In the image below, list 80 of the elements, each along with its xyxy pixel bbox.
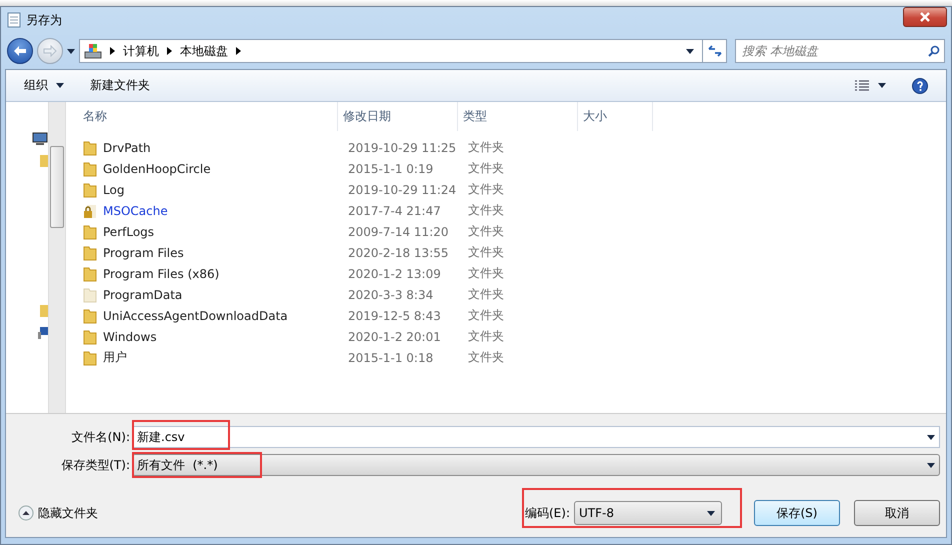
- chevron-icon: [167, 47, 172, 55]
- date-cell-text: 2019-10-29 11:25: [347, 140, 458, 154]
- filetype-dropdown[interactable]: 所有文件 (*.*): [132, 454, 940, 476]
- type-cell-text: 文件夹: [467, 139, 505, 156]
- column-header[interactable]: 名称: [78, 102, 338, 131]
- help-icon[interactable]: [912, 78, 928, 94]
- date-cell-text: 2019-10-29 11:24: [347, 182, 458, 196]
- file-name[interactable]: Program Files (x86): [103, 266, 220, 280]
- type-cell-text: 文件夹: [467, 307, 505, 324]
- date-cell-text: 2020-2-18 13:55: [347, 246, 450, 260]
- type-cell-text: 文件夹: [467, 265, 505, 282]
- file-name[interactable]: PerfLogs: [103, 224, 154, 238]
- file-name[interactable]: Windows: [103, 330, 157, 344]
- scrollbar[interactable]: [48, 102, 66, 413]
- type-cell-text: 文件夹: [467, 244, 505, 261]
- file-name[interactable]: DrvPath: [103, 140, 151, 154]
- computer-icon: [32, 132, 48, 146]
- date-cell-text: 2015-1-1 0:19: [347, 162, 434, 176]
- filename-field[interactable]: 新建.csv: [132, 426, 940, 448]
- notepad-icon: [7, 12, 21, 28]
- caret-icon: [56, 83, 64, 88]
- filename-label: 文件名(N):: [70, 428, 131, 446]
- date-cell-text: 2020-3-3 8:34: [347, 288, 434, 302]
- search-box[interactable]: 搜索 本地磁盘: [735, 39, 945, 63]
- type-cell-text: 文件夹: [467, 349, 505, 366]
- organize-button[interactable]: 组织: [24, 77, 64, 94]
- type-cell-text: 文件夹: [467, 223, 505, 240]
- back-button[interactable]: [7, 38, 33, 64]
- date-cell-text: 2019-12-5 8:43: [347, 308, 442, 322]
- caret-icon: [927, 462, 935, 468]
- encoding-dropdown[interactable]: UTF-8: [574, 501, 722, 525]
- new-folder-button[interactable]: 新建文件夹: [90, 77, 150, 94]
- close-button[interactable]: [903, 7, 947, 27]
- caret-icon: [67, 48, 75, 54]
- caret-icon: [927, 434, 935, 440]
- address-bar[interactable]: 计算机 本地磁盘: [79, 39, 727, 63]
- date-cell-text: 2020-1-2 13:09: [347, 266, 442, 280]
- locked-folder-icon: [83, 202, 97, 218]
- type-cell-text: 文件夹: [467, 160, 505, 177]
- chevron-icon: [110, 47, 115, 55]
- file-name[interactable]: Log: [103, 182, 124, 196]
- date-cell-text: 2009-7-14 11:20: [347, 224, 450, 238]
- cancel-button[interactable]: 取消: [854, 500, 940, 526]
- encoding-label: 编码(E):: [525, 504, 570, 522]
- file-name[interactable]: GoldenHoopCircle: [103, 162, 211, 176]
- scroll-thumb[interactable]: [50, 146, 64, 228]
- file-name[interactable]: ProgramData: [103, 288, 182, 302]
- drive-icon: [84, 43, 102, 59]
- left-arrow-icon: [13, 45, 27, 57]
- breadcrumb-item[interactable]: 计算机: [123, 42, 159, 60]
- type-cell-text: 文件夹: [467, 328, 505, 345]
- hide-folders-button[interactable]: 隐藏文件夹: [18, 504, 98, 522]
- type-cell-text: 文件夹: [467, 286, 505, 303]
- close-icon: [919, 12, 931, 22]
- refresh-icon: [708, 45, 722, 57]
- right-arrow-icon: [43, 45, 57, 57]
- column-header[interactable]: 大小: [578, 102, 653, 131]
- type-cell-text: 文件夹: [467, 202, 505, 219]
- date-cell-text: 2015-1-1 0:18: [347, 350, 434, 364]
- details-view-icon: [854, 80, 870, 92]
- breadcrumb-item[interactable]: 本地磁盘: [180, 42, 228, 60]
- caret-icon: [707, 510, 715, 516]
- save-button[interactable]: 保存(S): [754, 500, 840, 526]
- window-title: 另存为: [26, 12, 62, 28]
- collapse-icon: [18, 505, 34, 521]
- chevron-icon: [236, 47, 241, 55]
- column-header[interactable]: 类型: [458, 102, 578, 131]
- caret-icon: [878, 83, 886, 88]
- filetype-label: 保存类型(T):: [60, 456, 131, 474]
- column-header[interactable]: 修改日期: [338, 102, 458, 131]
- type-cell-text: 文件夹: [467, 181, 505, 198]
- file-name[interactable]: Program Files: [103, 246, 184, 260]
- file-name[interactable]: 用户: [103, 349, 127, 366]
- file-name[interactable]: UniAccessAgentDownloadData: [103, 308, 288, 322]
- file-name[interactable]: MSOCache: [103, 204, 168, 218]
- view-button[interactable]: [854, 80, 886, 92]
- date-cell-text: 2017-7-4 21:47: [347, 204, 442, 218]
- caret-icon: [686, 48, 694, 54]
- search-icon: [928, 45, 940, 57]
- date-cell-text: 2020-1-2 20:01: [347, 330, 442, 344]
